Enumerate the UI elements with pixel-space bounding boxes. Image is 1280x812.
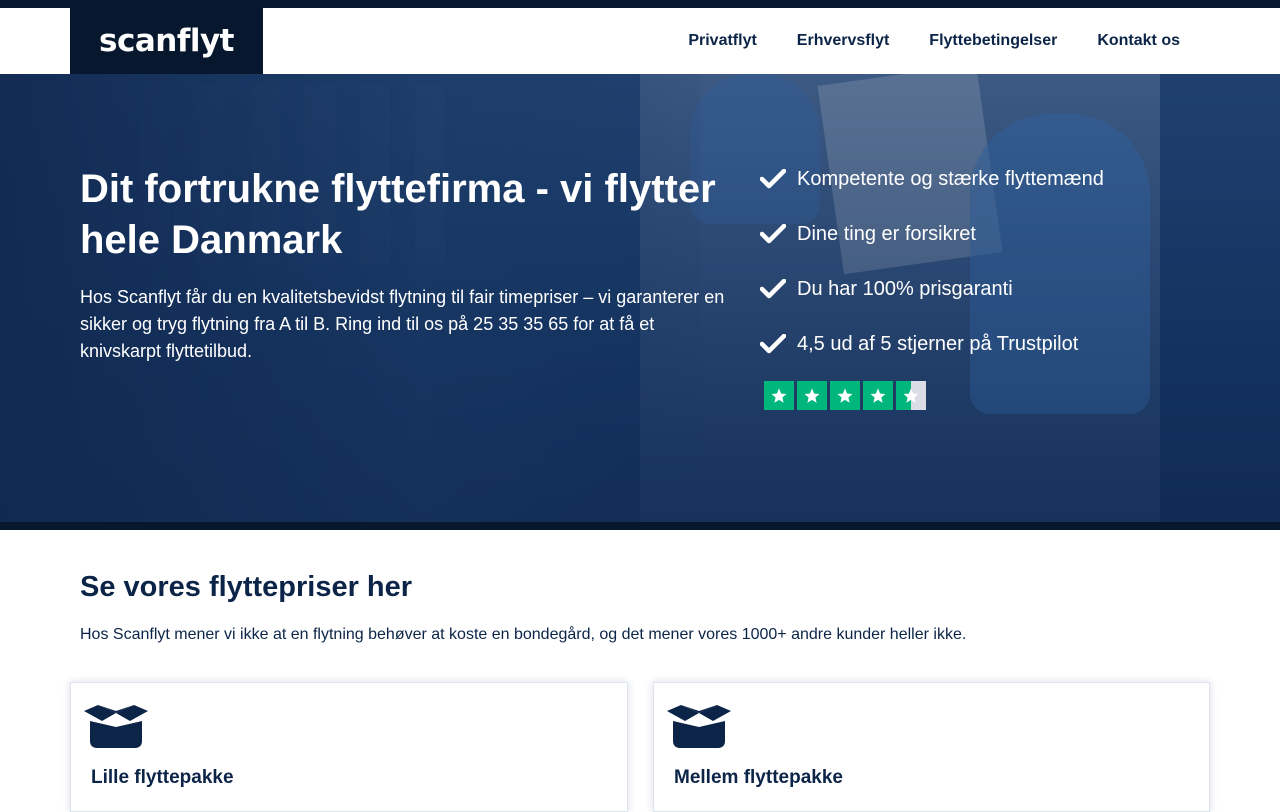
top-bar bbox=[0, 0, 1280, 8]
trustpilot-star-icon bbox=[863, 381, 893, 410]
nav-item-erhvervsflyt[interactable]: Erhvervsflyt bbox=[797, 32, 890, 50]
trustpilot-rating[interactable] bbox=[764, 381, 926, 410]
trustpilot-star-icon bbox=[797, 381, 827, 410]
open-box-icon bbox=[667, 703, 731, 756]
nav-item-kontakt-os[interactable]: Kontakt os bbox=[1097, 32, 1180, 50]
hero-text: Hos Scanflyt får du en kvalitetsbevidst … bbox=[80, 287, 725, 361]
price-card-medium[interactable]: Mellem flyttepakke bbox=[653, 682, 1210, 812]
price-card-title: Mellem flyttepakke bbox=[674, 767, 843, 788]
trustpilot-half-star-icon bbox=[896, 381, 926, 410]
site-header: scanflyt Privatflyt Erhvervsflyt Flytteb… bbox=[0, 8, 1280, 74]
benefit-label: Du har 100% prisgaranti bbox=[797, 278, 1013, 300]
benefit-label: Dine ting er forsikret bbox=[797, 223, 976, 245]
price-card-small[interactable]: Lille flyttepakke bbox=[70, 682, 628, 812]
hero-bottom-bar bbox=[0, 522, 1280, 530]
prices-title: Se vores flyttepriser her bbox=[80, 571, 413, 603]
nav-item-flyttebetingelser[interactable]: Flyttebetingelser bbox=[929, 32, 1057, 50]
check-icon bbox=[760, 329, 786, 359]
logo[interactable]: scanflyt bbox=[70, 8, 263, 74]
benefit-label: Kompetente og stærke flyttemænd bbox=[797, 168, 1104, 190]
hero-title: Dit fortrukne flyttefirma - vi flytter h… bbox=[80, 167, 716, 262]
prices-subtitle: Hos Scanflyt mener vi ikke at en flytnin… bbox=[80, 626, 967, 643]
main-nav: Privatflyt Erhvervsflyt Flyttebetingelse… bbox=[688, 8, 1180, 74]
check-icon bbox=[760, 219, 786, 249]
trustpilot-star-icon bbox=[764, 381, 794, 410]
trustpilot-star-icon bbox=[830, 381, 860, 410]
check-icon bbox=[760, 164, 786, 194]
benefit-item: 4,5 ud af 5 stjerner på Trustpilot bbox=[760, 329, 1240, 384]
benefit-item: Dine ting er forsikret bbox=[760, 219, 1240, 274]
benefit-label: 4,5 ud af 5 stjerner på Trustpilot bbox=[797, 333, 1079, 355]
benefit-list: Kompetente og stærke flyttemænd Dine tin… bbox=[760, 164, 1240, 384]
nav-item-privatflyt[interactable]: Privatflyt bbox=[688, 32, 756, 50]
open-box-icon bbox=[84, 703, 148, 756]
price-card-title: Lille flyttepakke bbox=[91, 767, 234, 788]
logo-text: scanflyt bbox=[99, 23, 234, 59]
check-icon bbox=[760, 274, 786, 304]
benefit-item: Kompetente og stærke flyttemænd bbox=[760, 164, 1240, 219]
benefit-item: Du har 100% prisgaranti bbox=[760, 274, 1240, 329]
